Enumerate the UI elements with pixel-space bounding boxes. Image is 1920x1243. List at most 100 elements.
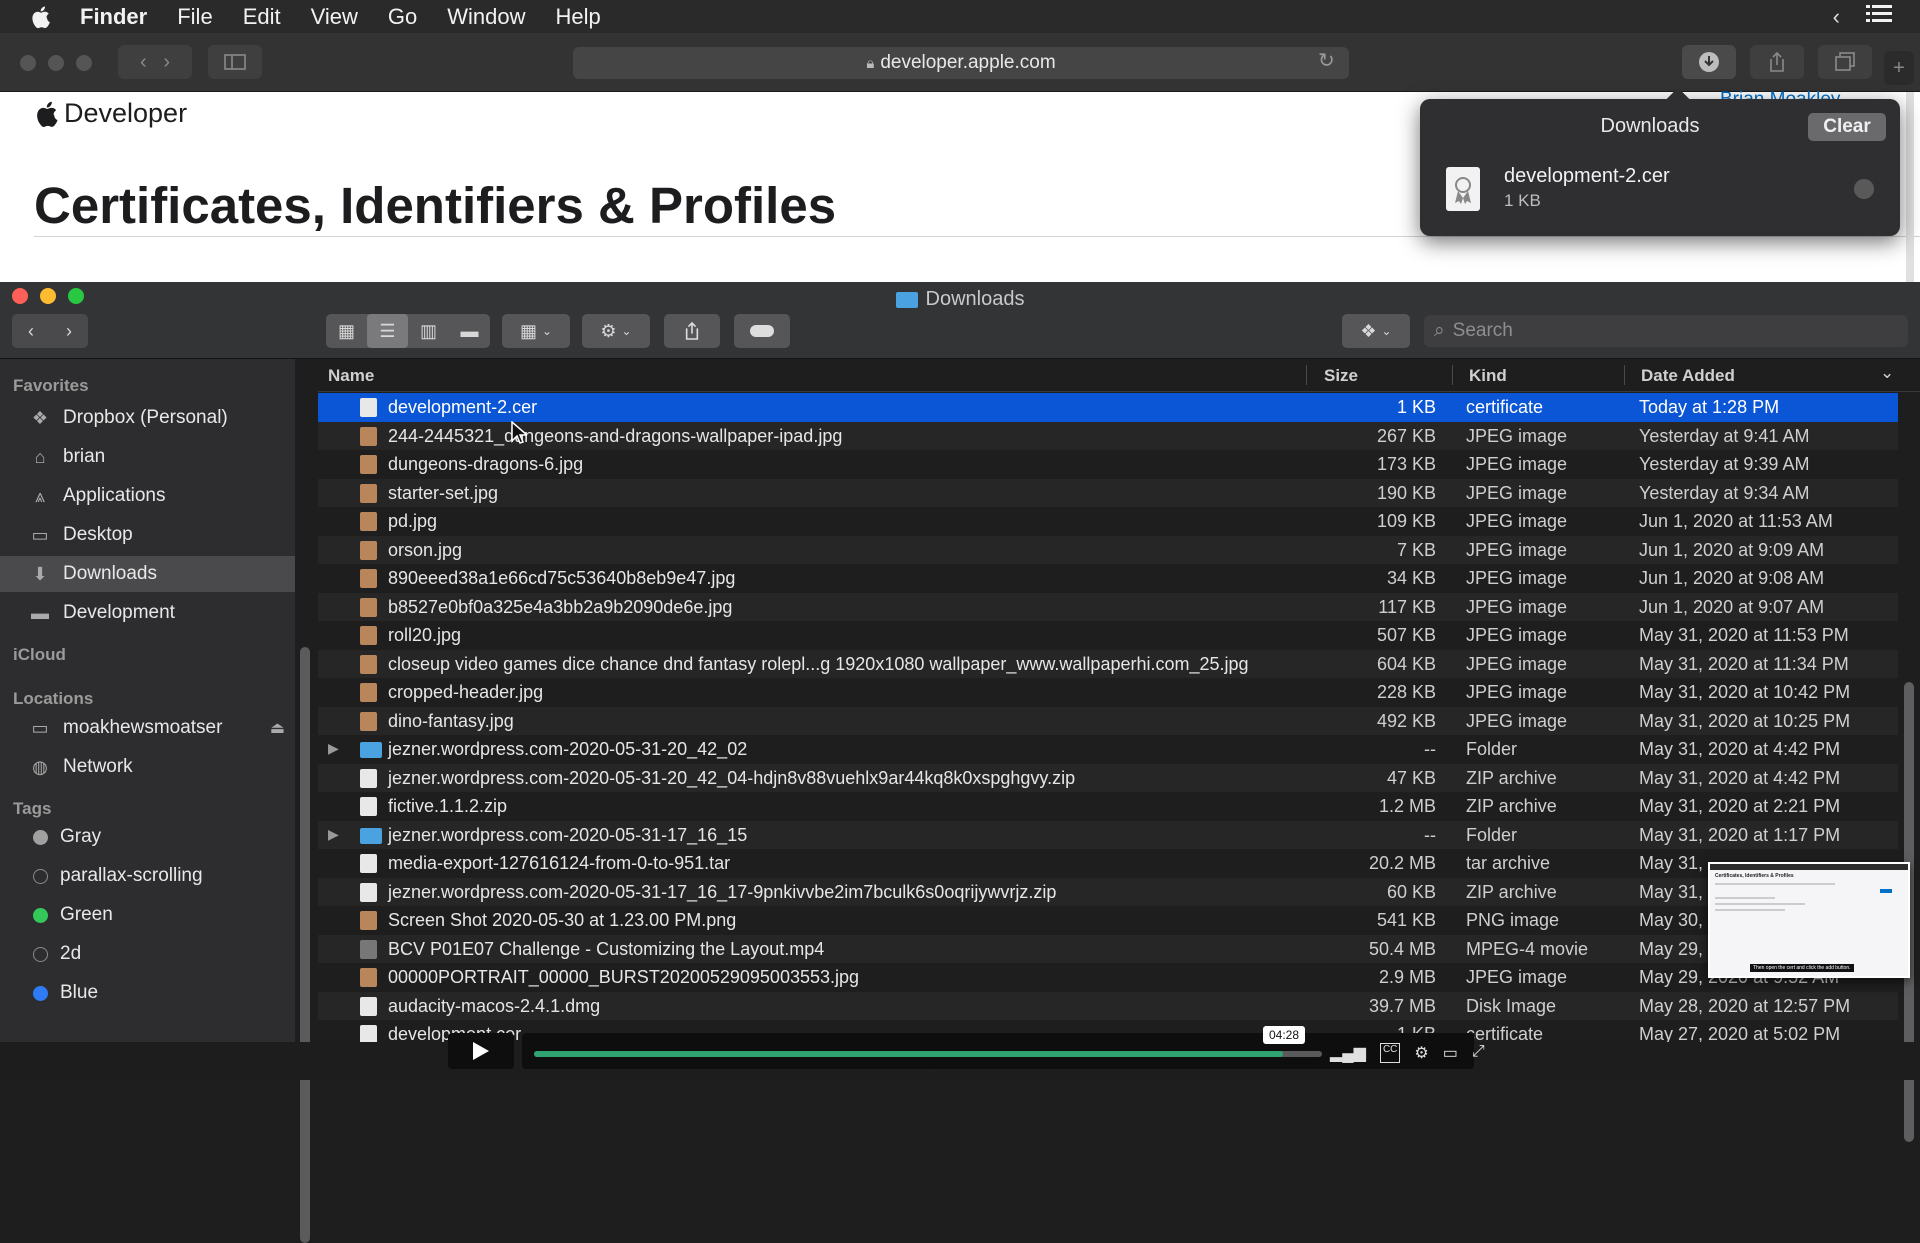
menu-help[interactable]: Help [556, 4, 601, 30]
list-view-button[interactable]: ☰ [367, 314, 408, 348]
table-row[interactable]: b8527e0bf0a325e4a3bb2a9b2090de6e.jpg 117 … [318, 592, 1898, 621]
table-row[interactable]: dungeons-dragons-6.jpg 173 KB JPEG image Ye… [318, 450, 1898, 479]
table-row[interactable]: starter-set.jpg 190 KB JPEG image Yesterday… [318, 478, 1898, 507]
sidebar-item-home[interactable]: ⌂ brian [0, 439, 295, 475]
table-row[interactable]: dino-fantasy.jpg 492 KB JPEG image May 31, … [318, 706, 1898, 735]
sidebar-item-desktop[interactable]: ▭ Desktop [0, 517, 295, 553]
chevron-right-icon[interactable]: › [163, 51, 170, 74]
menu-file[interactable]: File [177, 4, 212, 30]
downloads-button[interactable] [1682, 45, 1736, 79]
minimize-button[interactable] [48, 55, 64, 71]
fullscreen-icon[interactable]: ⤢ [1472, 1043, 1485, 1063]
table-row[interactable]: jezner.wordpress.com-2020-05-31-20_42_04… [318, 763, 1898, 792]
apple-menu-icon[interactable] [30, 5, 52, 29]
menu-view[interactable]: View [311, 4, 358, 30]
column-kind[interactable]: Kind [1469, 366, 1507, 386]
progress-rail[interactable] [534, 1051, 1322, 1057]
developer-logo[interactable]: Developer [34, 98, 187, 129]
sidebar-item-applications[interactable]: ⩓ Applications [0, 478, 295, 514]
table-row[interactable]: media-export-127616124-from-0-to-951.tar… [318, 849, 1898, 878]
close-button[interactable] [20, 55, 36, 71]
clear-downloads-button[interactable]: Clear [1808, 113, 1886, 141]
file-kind: tar archive [1466, 853, 1551, 873]
reveal-in-finder-icon[interactable] [1854, 179, 1874, 199]
table-row[interactable]: pd.jpg 109 KB JPEG image Jun 1, 2020 at 11:… [318, 507, 1898, 536]
column-name[interactable]: Name [328, 366, 374, 386]
eject-icon[interactable]: ⏏ [270, 718, 285, 738]
icloud-heading[interactable]: iCloud [13, 645, 66, 665]
table-row[interactable]: fictive.1.1.2.zip 1.2 MB ZIP archive May 31… [318, 792, 1898, 821]
table-row[interactable]: cropped-header.jpg 228 KB JPEG image May 31… [318, 678, 1898, 707]
chevron-left-icon[interactable]: ‹ [1833, 4, 1840, 30]
column-view-button[interactable]: ▥ [408, 314, 449, 348]
column-size[interactable]: Size [1324, 366, 1358, 386]
menu-edit[interactable]: Edit [243, 4, 281, 30]
share-button[interactable] [1750, 45, 1804, 79]
action-menu-button[interactable]: ⚙ ⌄ [582, 314, 650, 348]
forward-button[interactable]: › [50, 314, 88, 348]
gallery-view-button[interactable]: ▬ [449, 314, 490, 348]
file-kind: JPEG image [1466, 682, 1568, 702]
icon-view-button[interactable]: ▦ [326, 314, 367, 348]
share-button[interactable] [664, 314, 720, 348]
table-row[interactable]: BCV P01E07 Challenge - Customizing the L… [318, 934, 1898, 963]
dropbox-menu-button[interactable]: ❖ ⌄ [1342, 314, 1410, 348]
captions-icon[interactable]: CC [1379, 1043, 1401, 1063]
zoom-button[interactable] [76, 55, 92, 71]
screenshot-thumbnail[interactable]: Certificates, Identifiers & Profiles The… [1708, 862, 1910, 978]
search-input[interactable]: ⌕ Search [1424, 315, 1908, 347]
table-row[interactable]: jezner.wordpress.com-2020-05-31-17_16_17… [318, 877, 1898, 906]
table-row[interactable]: orson.jpg 7 KB JPEG image Jun 1, 2020 at 9:… [318, 535, 1898, 564]
table-row[interactable]: Screen Shot 2020-05-30 at 1.23.00 PM.png… [318, 906, 1898, 935]
image-file-icon [360, 597, 377, 617]
address-bar[interactable]: 🔒︎ developer.apple.com [573, 47, 1349, 79]
table-row[interactable]: 244-2445321_dungeons-and-dragons-wallpap… [318, 421, 1898, 450]
sidebar-item-network[interactable]: ◍ Network [0, 749, 295, 785]
disclosure-triangle-icon[interactable]: ▶ [328, 826, 339, 843]
table-row[interactable]: 890eeed38a1e66cd75c53640b8eb9e47.jpg 34 K… [318, 564, 1898, 593]
sidebar-item-development[interactable]: ▬ Development [0, 595, 295, 631]
sidebar-tag-gray[interactable]: Gray [0, 819, 295, 855]
sidebar-tag-2d[interactable]: 2d [0, 936, 295, 972]
disclosure-triangle-icon[interactable]: ▶ [328, 740, 339, 757]
column-divider[interactable] [1306, 365, 1307, 385]
table-row[interactable]: audacity-macos-2.4.1.dmg 39.7 MB Disk Imag… [318, 991, 1898, 1020]
column-divider[interactable] [1624, 365, 1625, 385]
chevron-left-icon[interactable]: ‹ [140, 51, 147, 74]
menu-finder[interactable]: Finder [80, 4, 147, 30]
sidebar-tag-green[interactable]: Green [0, 897, 295, 933]
safari-back-forward[interactable]: ‹ › [118, 45, 192, 79]
settings-gear-icon[interactable]: ⚙ [1414, 1043, 1428, 1063]
table-row[interactable]: ▶ jezner.wordpress.com-2020-05-31-17_16_1… [318, 820, 1898, 849]
column-date-added[interactable]: Date Added [1641, 366, 1735, 386]
file-size: 1.2 MB [1378, 796, 1436, 816]
sidebar-scrollbar[interactable] [300, 647, 310, 1243]
new-tab-button[interactable]: + [1884, 51, 1914, 85]
download-item[interactable]: development-2.cer 1 KB [1446, 165, 1886, 219]
table-row[interactable]: ▶ jezner.wordpress.com-2020-05-31-20_42_0… [318, 735, 1898, 764]
sidebar-tag-blue[interactable]: Blue [0, 975, 295, 1011]
play-button[interactable] [448, 1033, 514, 1069]
menu-window[interactable]: Window [447, 4, 525, 30]
sidebar-item-downloads[interactable]: ⬇ Downloads [0, 556, 295, 592]
back-button[interactable]: ‹ [12, 314, 50, 348]
column-divider[interactable] [1452, 365, 1453, 385]
group-by-button[interactable]: ▦ ⌄ [502, 314, 570, 348]
page-scrollbar[interactable] [1906, 92, 1914, 282]
table-row[interactable]: development-2.cer 1 KB certificate Today at… [318, 393, 1898, 422]
sidebar-item-computer[interactable]: ▭ moakhewsmoatser ⏏ [0, 710, 295, 746]
sidebar-item-dropbox[interactable]: ❖ Dropbox (Personal) [0, 400, 295, 436]
table-row[interactable]: roll20.jpg 507 KB JPEG image May 31, 2020 a… [318, 621, 1898, 650]
table-row[interactable]: closeup video games dice chance dnd fant… [318, 649, 1898, 678]
reload-icon[interactable]: ↻ [1318, 48, 1335, 73]
table-row[interactable]: 00000PORTRAIT_00000_BURST202005290950035… [318, 963, 1898, 992]
tabs-overview-button[interactable] [1818, 45, 1872, 79]
volume-bars-icon[interactable]: ▂▄▆ [1330, 1043, 1366, 1063]
notification-center-icon[interactable] [1866, 4, 1892, 30]
menu-go[interactable]: Go [388, 4, 417, 30]
sort-chevron-icon[interactable]: ⌄ [1880, 363, 1894, 383]
sidebar-tag-parallax-scrolling[interactable]: parallax-scrolling [0, 858, 295, 894]
sidebar-toggle-button[interactable] [208, 45, 262, 79]
tags-button[interactable] [734, 314, 790, 348]
picture-in-picture-icon[interactable]: ▭ [1443, 1043, 1458, 1063]
